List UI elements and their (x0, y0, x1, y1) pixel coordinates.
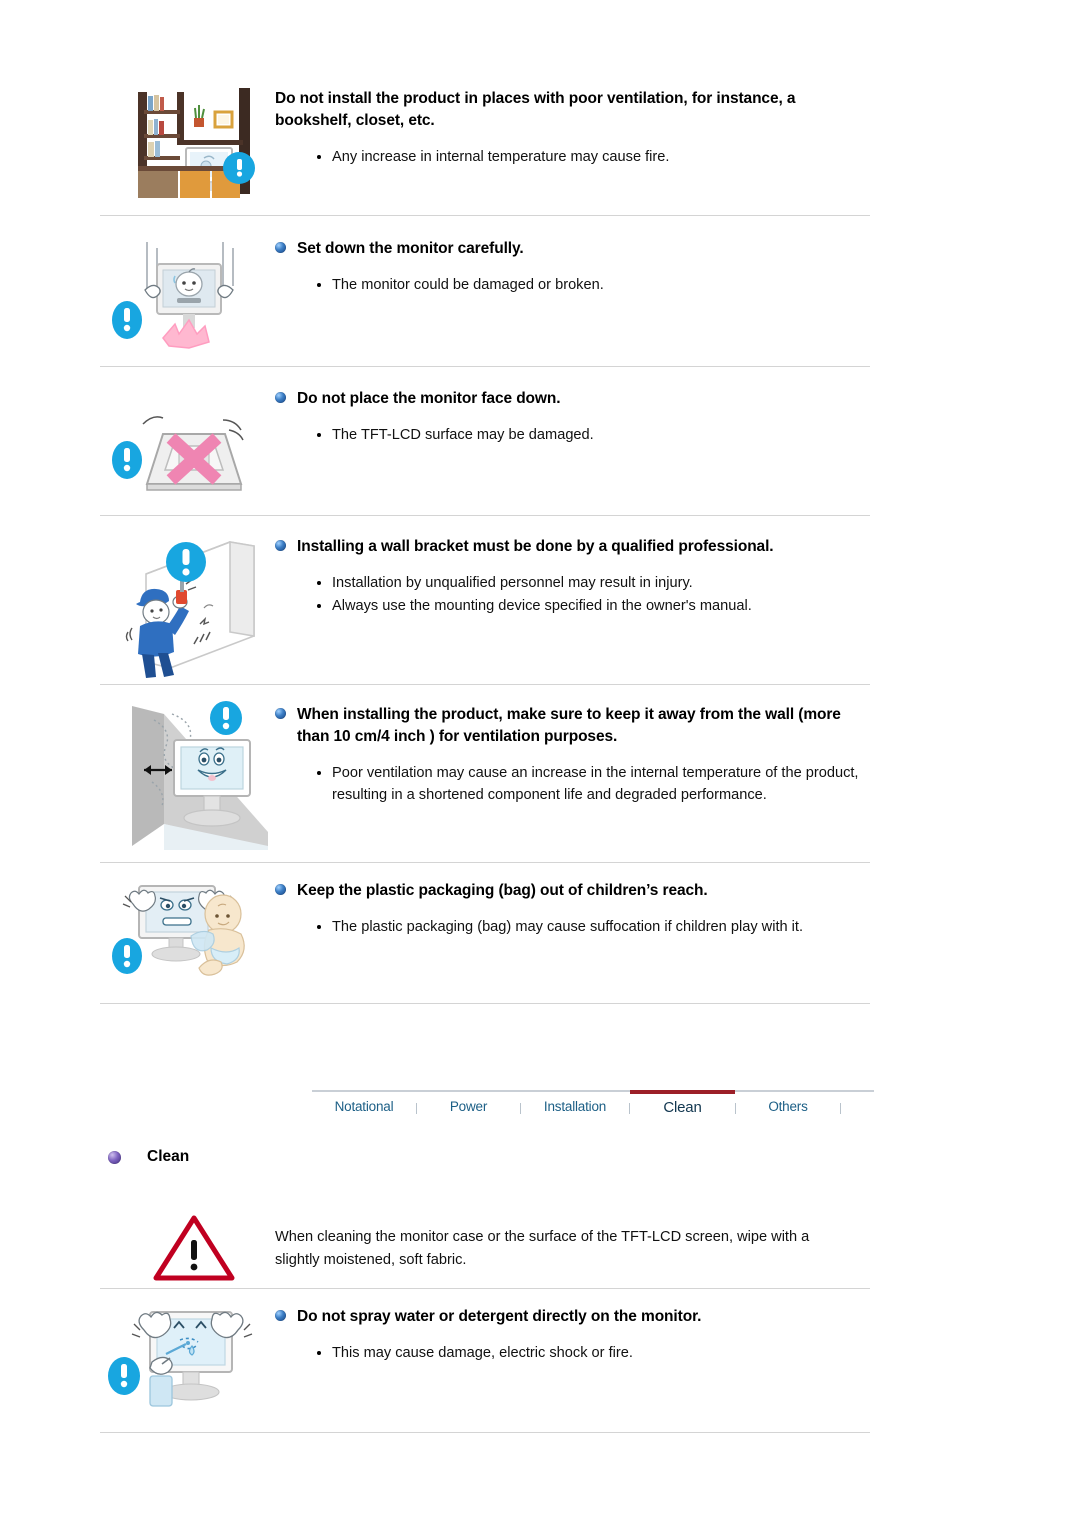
tab-others[interactable]: Others (736, 1092, 840, 1118)
item-points-list: Poor ventilation may cause an increase i… (275, 762, 870, 806)
wall-bracket-installer-illustration (125, 541, 255, 678)
divider (100, 515, 870, 516)
safety-item-ventilation-bookshelf: Do not install the product in places wit… (100, 84, 870, 204)
safety-item-wall-bracket: Installing a wall bracket must be done b… (100, 532, 870, 684)
heading-bullet-icon (275, 540, 286, 551)
safety-item-monitor-face-down: Do not place the monitor face down. The … (100, 384, 870, 504)
section-title: Clean (147, 1148, 190, 1165)
illustration-cell (100, 84, 275, 204)
clean-intro-block: When cleaning the monitor case or the su… (100, 1200, 870, 1281)
item-heading-text: Installing a wall bracket must be done b… (297, 538, 774, 555)
safety-item-plastic-packaging: Keep the plastic packaging (bag) out of … (100, 876, 870, 1000)
bookshelf-monitor-illustration (138, 88, 255, 198)
item-heading: When installing the product, make sure t… (275, 704, 870, 748)
safety-item-no-spray: Do not spray water or detergent directly… (100, 1302, 870, 1428)
heading-bullet-icon (275, 1310, 286, 1321)
warning-triangle-icon (153, 1215, 235, 1281)
tab-separator (840, 1102, 841, 1114)
heading-bullet-icon (275, 884, 286, 895)
item-heading: Do not spray water or detergent directly… (275, 1306, 870, 1328)
tab-label: Notational (334, 1099, 394, 1114)
tab-label: Others (768, 1099, 808, 1114)
divider (100, 366, 870, 367)
item-text: Do not place the monitor face down. The … (275, 384, 870, 447)
item-points-list: The monitor could be damaged or broken. (275, 274, 870, 296)
illustration-cell (100, 384, 275, 504)
item-heading: Installing a wall bracket must be done b… (275, 536, 870, 558)
item-points-list: This may cause damage, electric shock or… (275, 1342, 870, 1364)
spray-monitor-illustration (108, 1311, 253, 1407)
tab-label: Power (449, 1099, 488, 1114)
tabs-list: Notational Power Installation Clean Othe… (312, 1090, 874, 1118)
item-heading: Do not install the product in places wit… (275, 90, 796, 129)
tab-installation[interactable]: Installation (521, 1092, 629, 1118)
divider (100, 862, 870, 863)
item-heading: Set down the monitor carefully. (275, 238, 870, 260)
tab-label: Installation (543, 1099, 607, 1114)
item-text: Do not install the product in places wit… (275, 84, 870, 169)
item-points-list: The plastic packaging (bag) may cause su… (275, 916, 870, 938)
section-tabs: Notational Power Installation Clean Othe… (312, 1090, 874, 1118)
item-points-list: Installation by unqualified personnel ma… (275, 572, 870, 617)
list-item: Always use the mounting device specified… (315, 595, 870, 617)
illustration-cell (100, 234, 275, 362)
illustration-cell (100, 1302, 275, 1428)
clean-intro-text-cell: When cleaning the monitor case or the su… (275, 1200, 870, 1271)
tab-clean[interactable]: Clean (630, 1090, 735, 1118)
divider (100, 1288, 870, 1289)
safety-item-wall-clearance: When installing the product, make sure t… (100, 700, 870, 850)
tab-notational[interactable]: Notational (312, 1092, 416, 1118)
divider (100, 684, 870, 685)
heading-bullet-icon (275, 242, 286, 253)
heading-bullet-icon (275, 708, 286, 719)
illustration-cell (100, 700, 275, 850)
item-points-list: Any increase in internal temperature may… (275, 146, 870, 168)
item-text: Do not spray water or detergent directly… (275, 1302, 870, 1365)
item-heading-text: Keep the plastic packaging (bag) out of … (297, 882, 708, 899)
tab-label: Clean (663, 1099, 702, 1116)
tab-power[interactable]: Power (417, 1092, 520, 1118)
section-bullet-icon (108, 1150, 121, 1164)
list-item: The TFT-LCD surface may be damaged. (315, 424, 870, 446)
item-heading-text: Do not spray water or detergent directly… (297, 1308, 702, 1325)
monitor-wall-clearance-illustration (132, 701, 268, 850)
item-heading: Do not place the monitor face down. (275, 388, 870, 410)
divider (100, 215, 870, 216)
clean-section-title-row: Clean (108, 1148, 189, 1166)
clean-intro-text: When cleaning the monitor case or the su… (275, 1229, 810, 1268)
item-text: When installing the product, make sure t… (275, 700, 870, 807)
item-points-list: The TFT-LCD surface may be damaged. (275, 424, 870, 446)
item-text: Set down the monitor carefully. The moni… (275, 234, 870, 297)
illustration-cell (100, 532, 275, 684)
item-text: Installing a wall bracket must be done b… (275, 532, 870, 618)
divider (100, 1432, 870, 1433)
list-item: The plastic packaging (bag) may cause su… (315, 916, 850, 938)
monitor-face-down-illustration (112, 416, 244, 491)
item-heading: Keep the plastic packaging (bag) out of … (275, 880, 870, 902)
heading-bullet-icon (275, 392, 286, 403)
list-item: Any increase in internal temperature may… (315, 146, 870, 168)
item-heading-text: When installing the product, make sure t… (297, 706, 841, 745)
safety-item-set-down-carefully: Set down the monitor carefully. The moni… (100, 234, 870, 362)
list-item: Installation by unqualified personnel ma… (315, 572, 870, 594)
list-item: Poor ventilation may cause an increase i… (315, 762, 870, 806)
list-item: The monitor could be damaged or broken. (315, 274, 870, 296)
item-heading-text: Set down the monitor carefully. (297, 240, 524, 257)
illustration-cell (100, 876, 275, 1000)
item-heading-text: Do not place the monitor face down. (297, 390, 561, 407)
page-root: Do not install the product in places wit… (0, 0, 1080, 1528)
list-item: This may cause damage, electric shock or… (315, 1342, 870, 1364)
illustration-cell (100, 1200, 275, 1281)
divider (100, 1003, 870, 1004)
baby-plastic-bag-illustration (112, 885, 245, 976)
item-text: Keep the plastic packaging (bag) out of … (275, 876, 870, 939)
dropping-monitor-illustration (112, 242, 234, 349)
